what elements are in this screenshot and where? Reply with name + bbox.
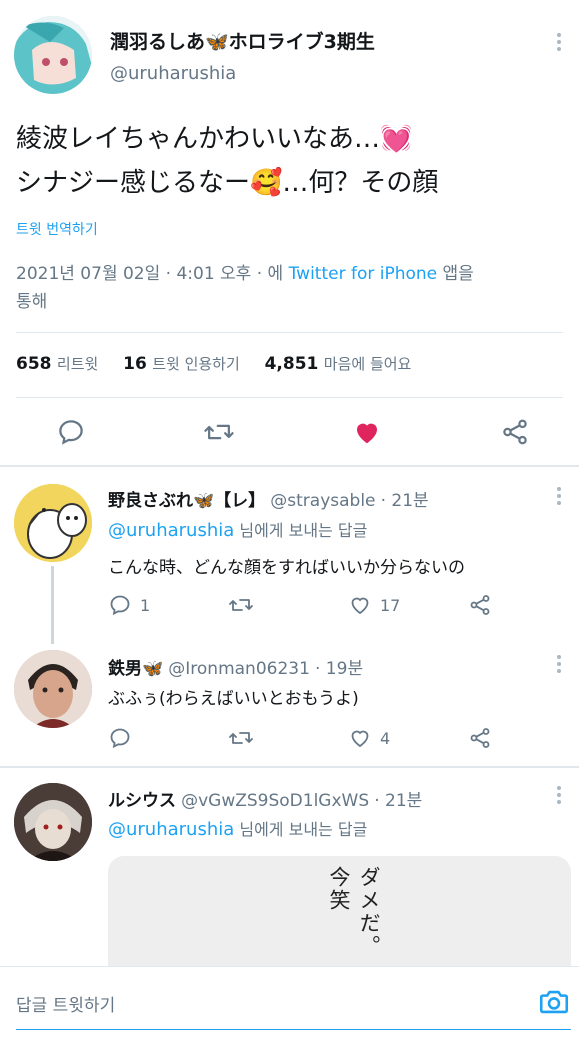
retweet-icon [229, 732, 253, 744]
share-icon [470, 728, 490, 748]
camera-button[interactable] [537, 985, 571, 1019]
divider [16, 397, 563, 398]
reply-header: 鉄男🦋 @Ironman06231 · 19분 [108, 654, 363, 679]
reply-input[interactable]: 답글 트윗하기 [16, 991, 115, 1016]
replying-to-mention[interactable]: @uruharushia [108, 819, 234, 840]
heart-icon [351, 597, 369, 615]
like-button[interactable]: 17 [348, 593, 400, 617]
reply-handle[interactable]: @Ironman06231 [168, 659, 310, 679]
reply-icon [110, 595, 130, 616]
avatar-photo [14, 650, 92, 728]
tweet-text-line-1: 綾波レイちゃんかわいいなあ…💓 [16, 124, 413, 154]
heart-icon [351, 730, 369, 748]
reply-avatar[interactable] [14, 650, 92, 728]
share-button[interactable] [468, 593, 492, 617]
divider [0, 766, 579, 768]
tweet-text-line-2: シナジー感じるなー🥰…何？その顔 [16, 168, 439, 198]
quote-count: 16 [123, 354, 147, 374]
reply-text: ぶふぅ(わらえばいいとおもうよ) [108, 689, 359, 709]
more-options-icon[interactable] [549, 484, 569, 508]
reply-handle[interactable]: @straysable [270, 491, 375, 511]
replying-to-mention[interactable]: @uruharushia [108, 520, 234, 541]
reply-composer-bar: 답글 트윗하기 [0, 966, 579, 1040]
more-options-icon[interactable] [549, 783, 569, 807]
reply-time: · 21분 [380, 491, 429, 511]
reply-display-name[interactable]: 鉄男🦋 [108, 659, 163, 679]
reply-image-text: ダメだ。今笑 [327, 866, 381, 958]
share-button[interactable] [500, 417, 530, 447]
divider [0, 465, 579, 467]
reply-avatar[interactable] [14, 783, 92, 861]
retweet-count: 658 [16, 354, 52, 374]
retweet-icon [204, 424, 234, 440]
author-handle[interactable]: @uruharushia [110, 63, 236, 84]
camera-icon [539, 990, 569, 1014]
more-options-icon[interactable] [549, 30, 569, 54]
reply-icon [59, 420, 83, 445]
more-options-icon[interactable] [549, 652, 569, 676]
tweet-meta: 2021년 07월 02일 · 4:01 오후 · 에 Twitter for … [16, 259, 474, 284]
reply-icon [110, 728, 130, 749]
replying-to: @uruharushia 님에게 보내는 답글 [108, 816, 367, 840]
like-button[interactable] [352, 417, 382, 447]
retweet-icon [229, 599, 253, 611]
composer-underline [16, 1029, 571, 1030]
tweet-timestamp: 2021년 07월 02일 · 4:01 오후 · 에 [16, 264, 289, 284]
retweet-button[interactable] [228, 726, 254, 750]
reply-text: こんな時、どんな顔をすればいいか分らないの [108, 558, 465, 578]
reply-time: · 21분 [374, 791, 423, 811]
reply-display-name[interactable]: ルシウス [108, 791, 176, 811]
reply-display-name[interactable]: 野良さぶれ🦋【レ】 [108, 491, 265, 511]
share-button[interactable] [468, 726, 492, 750]
replying-to-label: 님에게 보내는 답글 [234, 820, 368, 839]
tweet-stats: 658 리트윗 16 트윗 인용하기 4,851 마음에 들어요 [16, 353, 411, 374]
reply-button[interactable] [56, 417, 86, 447]
reply-button[interactable] [108, 726, 132, 750]
like-label: 마음에 들어요 [323, 355, 412, 373]
reply-time: · 19분 [315, 659, 364, 679]
reply-button[interactable]: 1 [108, 593, 150, 617]
reply-handle[interactable]: @vGwZS9SoD1lGxWS [181, 791, 369, 811]
tweet-source-link[interactable]: Twitter for iPhone [289, 264, 438, 284]
like-count: 4,851 [264, 354, 319, 374]
translate-tweet-link[interactable]: 트윗 번역하기 [16, 219, 98, 239]
replying-to: @uruharushia 님에게 보내는 답글 [108, 517, 367, 541]
reply-header: ルシウス @vGwZS9SoD1lGxWS · 21분 [108, 786, 422, 811]
avatar-illustration [14, 16, 92, 94]
share-icon [470, 595, 490, 615]
reply-header: 野良さぶれ🦋【レ】 @straysable · 21분 [108, 486, 429, 511]
quote-label: 트윗 인용하기 [152, 355, 240, 373]
reply-avatar[interactable] [14, 484, 92, 562]
like-button[interactable]: 4 [348, 726, 390, 750]
heart-filled-icon [357, 423, 377, 444]
share-icon [503, 419, 527, 445]
quote-count-link[interactable]: 16 트윗 인용하기 [123, 354, 240, 374]
like-count-link[interactable]: 4,851 마음에 들어요 [265, 354, 412, 374]
reply-count: 1 [140, 595, 151, 615]
like-count: 17 [380, 595, 401, 615]
avatar-illustration [14, 484, 92, 562]
like-count: 4 [380, 728, 391, 748]
tweet-meta-suffix: 앱을 [437, 264, 474, 284]
thread-line [51, 566, 54, 644]
retweet-count-link[interactable]: 658 리트윗 [16, 354, 98, 374]
avatar-illustration [14, 783, 92, 861]
retweet-button[interactable] [228, 593, 254, 617]
author-display-name[interactable]: 潤羽るしあ🦋ホロライブ3期生 [110, 27, 375, 54]
retweet-label: 리트윗 [56, 355, 99, 373]
retweet-button[interactable] [203, 417, 235, 447]
author-avatar[interactable] [14, 16, 92, 94]
replying-to-label: 님에게 보내는 답글 [234, 521, 368, 540]
divider [16, 332, 563, 333]
reply-image[interactable]: ダメだ。今笑 [108, 856, 571, 971]
tweet-meta-line-2: 통해 [16, 292, 48, 312]
